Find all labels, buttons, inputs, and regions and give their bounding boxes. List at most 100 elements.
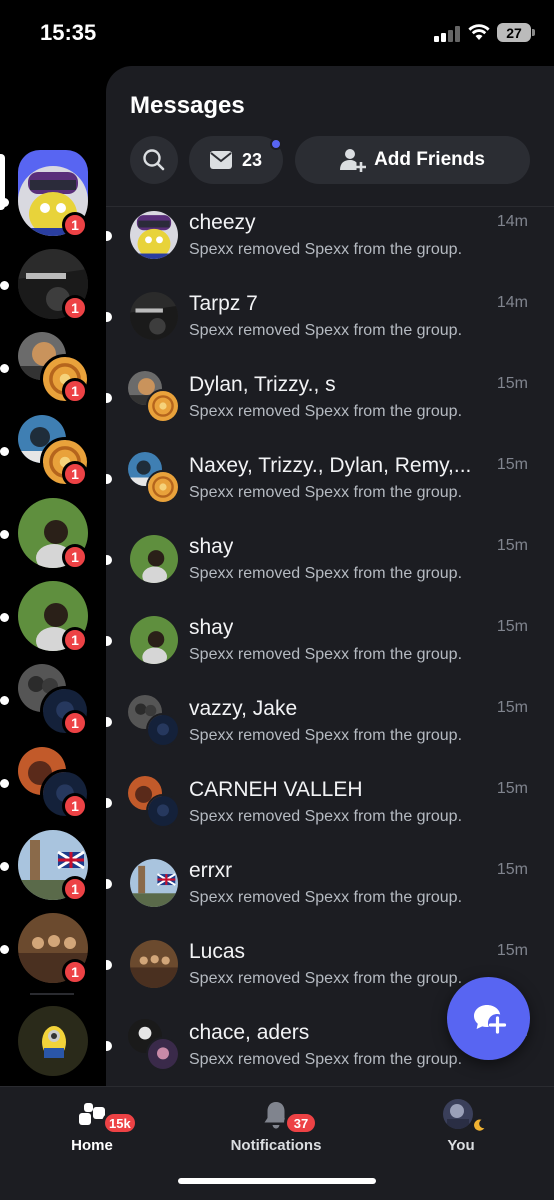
- rail-server[interactable]: [18, 1006, 90, 1078]
- unread-dot: [0, 779, 9, 788]
- dm-time: 15m: [496, 537, 528, 554]
- unread-dot: [106, 798, 112, 808]
- dm-row[interactable]: errxr Spexx removed Spexx from the group…: [106, 855, 554, 936]
- dm-time: 15m: [496, 375, 528, 392]
- dm-row[interactable]: vazzy, Jake Spexx removed Spexx from the…: [106, 693, 554, 774]
- dm-name: Tarpz 7: [189, 292, 258, 315]
- unread-dot: [106, 393, 112, 403]
- status-bar: 15:35 27: [0, 0, 554, 66]
- tab-notifications[interactable]: 37 Notifications: [216, 1097, 336, 1157]
- avatar: [443, 1099, 473, 1129]
- avatar-secondary: [146, 713, 180, 747]
- inbox-unread-dot: [270, 138, 282, 150]
- unread-badge: 1: [62, 461, 88, 487]
- dm-name: shay: [189, 616, 234, 639]
- tab-notifications-label: Notifications: [230, 1137, 322, 1154]
- dm-row[interactable]: Naxey, Trizzy., Dylan, Remy,... Spexx re…: [106, 450, 554, 531]
- page-title: Messages: [130, 92, 245, 119]
- dm-preview: Spexx removed Spexx from the group.: [189, 889, 463, 906]
- inbox-button[interactable]: 23: [189, 136, 283, 184]
- dm-time: 15m: [496, 861, 528, 878]
- server-icon: [18, 1006, 88, 1076]
- unread-dot: [106, 231, 112, 241]
- rail-dm-lucas[interactable]: 1: [0, 913, 90, 985]
- dm-row[interactable]: Dylan, Trizzy., s Spexx removed Spexx fr…: [106, 369, 554, 450]
- unread-badge: 1: [62, 793, 88, 819]
- avatar: [130, 292, 178, 340]
- unread-badge: 1: [62, 876, 88, 902]
- dm-name: errxr: [189, 859, 233, 882]
- dm-preview: Spexx removed Spexx from the group.: [189, 970, 463, 987]
- avatar: [130, 616, 178, 664]
- dm-row[interactable]: CARNEH VALLEH Spexx removed Spexx from t…: [106, 774, 554, 855]
- dm-name: Lucas: [189, 940, 246, 963]
- dm-time: 14m: [496, 294, 528, 311]
- rail-dm-dylan-group[interactable]: 1: [0, 332, 90, 404]
- unread-dot: [106, 879, 112, 889]
- unread-dot: [0, 862, 9, 871]
- tab-you-label: You: [447, 1137, 475, 1154]
- unread-dot: [106, 960, 112, 970]
- tab-you[interactable]: You: [401, 1097, 521, 1157]
- wifi-icon: [468, 24, 490, 40]
- dm-preview: Spexx removed Spexx from the group.: [189, 727, 463, 744]
- search-button[interactable]: [130, 136, 178, 184]
- dm-time: 14m: [496, 213, 528, 230]
- unread-dot: [0, 613, 9, 622]
- unread-dot: [0, 945, 9, 954]
- dm-row[interactable]: shay Spexx removed Spexx from the group.…: [106, 531, 554, 612]
- dm-list: cheezy Spexx removed Spexx from the grou…: [106, 207, 554, 1086]
- unread-badge: 1: [62, 212, 88, 238]
- dm-preview: Spexx removed Spexx from the group.: [189, 484, 463, 501]
- dm-time: 15m: [496, 780, 528, 797]
- rail-dm-tarpz[interactable]: 1: [0, 249, 90, 321]
- rail-dm-cheezy[interactable]: 1: [0, 166, 90, 238]
- avatar-secondary: [146, 389, 180, 423]
- unread-badge: 1: [62, 959, 88, 985]
- battery-tip: [532, 29, 535, 36]
- rail-dm-shay-1[interactable]: 1: [0, 498, 90, 570]
- dm-preview: Spexx removed Spexx from the group.: [189, 808, 463, 825]
- dm-preview: Spexx removed Spexx from the group.: [189, 403, 463, 420]
- add-friend-icon: [340, 149, 367, 172]
- rail-dm-carneh-valleh[interactable]: 1: [0, 747, 90, 819]
- home-indicator: [178, 1178, 376, 1184]
- tab-home-label: Home: [71, 1137, 113, 1154]
- rail-dm-vazzy-group[interactable]: 1: [0, 664, 90, 736]
- new-message-button[interactable]: [447, 977, 530, 1060]
- dm-name: cheezy: [189, 211, 256, 234]
- unread-dot: [106, 555, 112, 565]
- unread-dot: [106, 717, 112, 727]
- dm-preview: Spexx removed Spexx from the group.: [189, 646, 463, 663]
- rail-dm-shay-2[interactable]: 1: [0, 581, 90, 653]
- unread-dot: [106, 474, 112, 484]
- dm-name: shay: [189, 535, 234, 558]
- search-icon: [143, 149, 165, 171]
- rail-dm-naxey-group[interactable]: 1: [0, 415, 90, 487]
- inbox-count: 23: [241, 149, 263, 170]
- unread-badge: 1: [62, 295, 88, 321]
- rail-dm-errxr[interactable]: 1: [0, 830, 90, 902]
- unread-dot: [0, 447, 9, 456]
- unread-badge: 1: [62, 710, 88, 736]
- dm-preview: Spexx removed Spexx from the group.: [189, 241, 463, 258]
- dm-preview: Spexx removed Spexx from the group.: [189, 322, 463, 339]
- dm-name: vazzy, Jake: [189, 697, 298, 720]
- dm-time: 15m: [496, 942, 528, 959]
- dm-row[interactable]: cheezy Spexx removed Spexx from the grou…: [106, 207, 554, 288]
- dm-row[interactable]: Tarpz 7 Spexx removed Spexx from the gro…: [106, 288, 554, 369]
- dm-time: 15m: [496, 699, 528, 716]
- tab-home[interactable]: 15k Home: [32, 1097, 152, 1157]
- messages-panel: Messages 23 Add Friends cheezy Spexx rem…: [106, 66, 554, 1086]
- add-friends-button[interactable]: Add Friends: [295, 136, 530, 184]
- avatar-secondary: [146, 470, 180, 504]
- avatar: [130, 940, 178, 988]
- avatar: [130, 859, 178, 907]
- dm-row[interactable]: shay Spexx removed Spexx from the group.…: [106, 612, 554, 693]
- unread-badge: 1: [62, 378, 88, 404]
- unread-dot: [0, 530, 9, 539]
- dm-name: chace, aders: [189, 1021, 310, 1044]
- dm-preview: Spexx removed Spexx from the group.: [189, 565, 463, 582]
- avatar-secondary: [146, 794, 180, 828]
- unread-dot: [0, 696, 9, 705]
